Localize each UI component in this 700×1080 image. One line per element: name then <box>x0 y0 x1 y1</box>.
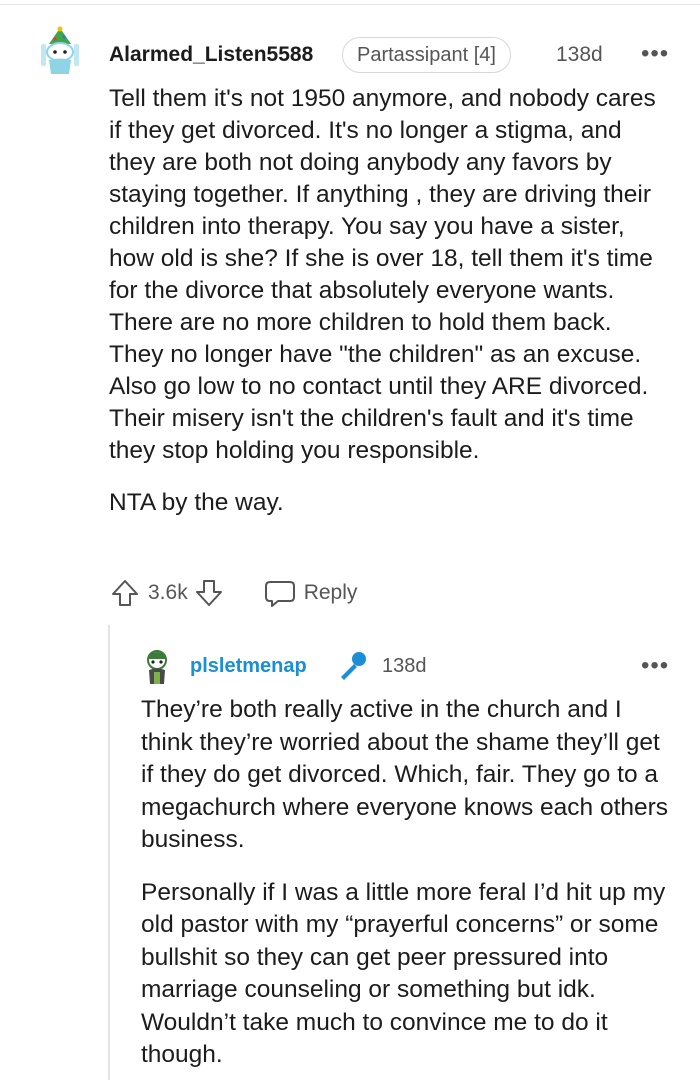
reply-paragraph: They’re both really active in the church… <box>141 696 669 853</box>
snoo-avatar-icon <box>41 26 79 74</box>
upvote-button[interactable] <box>110 578 140 608</box>
downvote-arrow-icon <box>195 580 222 606</box>
comment-body: Tell them it's not 1950 anymore, and nob… <box>109 83 669 519</box>
comment-username[interactable]: Alarmed_Listen5588 <box>109 43 313 67</box>
downvote-button[interactable] <box>194 578 224 608</box>
reply-body: They’re both really active in the church… <box>141 694 676 1072</box>
vote-count: 3.6k <box>148 581 188 604</box>
snoo-avatar-icon <box>147 650 167 684</box>
microphone-icon <box>336 650 368 687</box>
avatar[interactable] <box>36 26 84 76</box>
more-options-icon[interactable]: ••• <box>641 654 669 678</box>
comment-paragraph: NTA by the way. <box>109 489 284 516</box>
top-divider <box>0 4 700 5</box>
speech-bubble-icon <box>264 581 295 607</box>
comment-paragraph: Tell them it's not 1950 anymore, and nob… <box>109 85 656 464</box>
more-options-icon[interactable]: ••• <box>641 42 669 66</box>
comment-actions: 3.6k Reply <box>110 578 357 608</box>
reply-avatar[interactable] <box>140 650 174 686</box>
reply-button[interactable]: Reply <box>264 578 358 608</box>
reply-paragraph: Personally if I was a little more feral … <box>141 878 666 1069</box>
user-flair-badge: Partassipant [4] <box>342 37 511 73</box>
reply-label: Reply <box>303 581 358 604</box>
upvote-arrow-icon <box>112 580 138 606</box>
comment-timestamp: 138d <box>556 43 603 66</box>
reply-username[interactable]: plsletmenap <box>190 655 307 678</box>
thread-line[interactable] <box>108 625 110 1080</box>
reply-timestamp: 138d <box>382 655 427 677</box>
